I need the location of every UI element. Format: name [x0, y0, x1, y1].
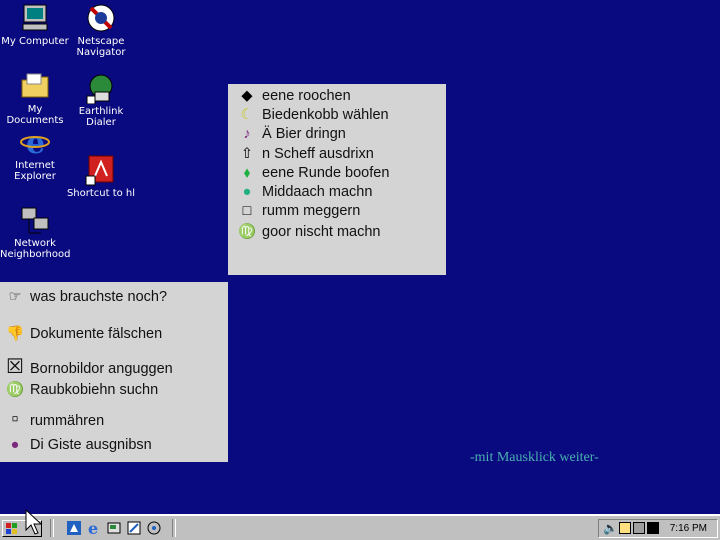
quick-launch-icon-1[interactable] — [66, 520, 82, 537]
quick-launch-icon-5[interactable] — [146, 520, 162, 537]
list-item: ♍ Raubkobiehn suchn — [4, 381, 158, 398]
list-item-text: Raubkobiehn suchn — [30, 382, 159, 398]
list-item: ▫ rummähren — [4, 408, 104, 431]
square-icon: ▫ — [11, 408, 19, 430]
square-icon: □ — [242, 203, 252, 219]
desktop-icon-internet-explorer[interactable]: e Internet Explorer — [0, 126, 70, 182]
desktop-icon-label: My Documents — [6, 104, 64, 126]
desktop-icon-label: Netscape — [77, 36, 125, 47]
list-item: ☞ was brauchste noch? — [4, 289, 168, 305]
clock[interactable]: 7:16 PM — [670, 523, 707, 534]
svg-text:e: e — [26, 126, 45, 158]
desktop-icon-my-computer[interactable]: My Computer — [0, 2, 70, 47]
list-item: ♪ Ä Bier dringn — [236, 126, 346, 142]
music-note-icon: ♪ — [243, 126, 251, 142]
computer-icon — [19, 2, 51, 34]
virgo-icon: ♍ — [5, 382, 25, 398]
acrobat-shortcut-icon — [85, 154, 117, 186]
list-item-text: goor nischt machn — [262, 224, 381, 240]
list-item-text: eene Runde boofen — [262, 165, 390, 181]
list-item-text: rummähren — [30, 413, 105, 429]
moon-icon: ☾ — [240, 107, 254, 123]
taskbar-divider — [172, 519, 176, 537]
list-item: □ rumm meggern — [236, 203, 361, 219]
list-item-text: n Scheff ausdrixn — [262, 146, 374, 162]
desktop-icon-label: Dialer — [86, 117, 116, 128]
desktop-icon-label: My Computer — [1, 36, 69, 47]
network-icon — [19, 204, 51, 236]
desktop-icon-shortcut[interactable]: Shortcut to hl — [66, 154, 136, 199]
list-item-text: rumm meggern — [262, 203, 361, 219]
desktop-icon-label: Internet — [15, 160, 55, 171]
earthlink-icon — [85, 72, 117, 105]
desktop-icon-label: Network — [14, 238, 56, 249]
bullet-icon: ● — [10, 437, 20, 453]
virgo-icon: ♍ — [237, 224, 257, 240]
netscape-icon — [85, 2, 117, 34]
small-diamond-icon: ⬧ — [243, 165, 251, 181]
continue-notice: -mit Mausklick weiter- — [470, 450, 599, 465]
list-item: ☒ Bornobildor anguggen — [4, 354, 173, 379]
list-item-text: Dokumente fälschen — [30, 326, 163, 342]
taskbar: e 🔈 7:16 PM — [0, 508, 720, 540]
list-item-text: Bornobildor anguggen — [30, 361, 173, 377]
list-item-text: Di Giste ausgnibsn — [30, 437, 152, 453]
mouse-cursor-icon — [24, 508, 44, 540]
desktop-icon-label: Explorer — [14, 171, 56, 182]
list-item-text: eene roochen — [262, 88, 351, 104]
volume-icon[interactable]: 🔈 — [603, 521, 618, 535]
thumbs-down-icon: 👎 — [5, 326, 25, 342]
internet-explorer-quick-icon[interactable]: e — [86, 519, 102, 538]
svg-text:e: e — [88, 520, 98, 536]
quick-launch-icon-3[interactable] — [106, 520, 122, 537]
desktop-icon-earthlink-dialer[interactable]: Earthlink Dialer — [66, 72, 136, 128]
desktop-icon-label: Neighborhood — [0, 249, 71, 260]
list-item: ⇧ n Scheff ausdrixn — [236, 146, 374, 162]
diamond-icon: ◆ — [241, 88, 253, 104]
checkbox-x-icon: ☒ — [6, 356, 24, 378]
bullet-icon: ● — [242, 184, 252, 200]
list-item: 👎 Dokumente fälschen — [4, 325, 162, 342]
list-item-text: Middaach machn — [262, 184, 373, 200]
list-item-text: Biedenkobb wählen — [262, 107, 389, 123]
right-list-panel: ◆ eene roochen ☾ Biedenkobb wählen ♪ Ä Bier… — [228, 84, 446, 275]
tray-icon-4[interactable] — [647, 522, 659, 534]
desktop-icon-netscape-navigator[interactable]: Netscape Navigator — [66, 2, 136, 58]
desktop-icon-network-neighborhood[interactable]: Network Neighborhood — [0, 204, 70, 260]
desktop-icon-my-documents[interactable]: My Documents — [0, 70, 70, 126]
tray-icon-3[interactable] — [633, 522, 645, 534]
list-item: ☾ Biedenkobb wählen — [236, 107, 389, 123]
desktop-icon-label: Shortcut to hl — [66, 188, 136, 199]
list-item: ● Middaach machn — [236, 184, 373, 200]
up-arrow-icon: ⇧ — [240, 146, 254, 162]
system-tray: 🔈 7:16 PM — [598, 519, 718, 538]
desktop-icon-label: Earthlink — [78, 106, 124, 117]
quick-launch-icon-4[interactable] — [126, 520, 142, 537]
list-item-text: was brauchste noch? — [30, 289, 168, 305]
folder-icon — [19, 70, 51, 102]
internet-explorer-icon: e — [19, 126, 51, 161]
left-list-panel: ☞ was brauchste noch? 👎 Dokumente fälschen… — [0, 282, 228, 462]
list-item: ◆ eene roochen — [236, 88, 351, 104]
desktop-icon-label: Navigator — [76, 47, 126, 58]
list-item: ♍ goor nischt machn — [236, 223, 381, 240]
quick-launch — [50, 519, 54, 537]
list-item-text: Ä Bier dringn — [262, 126, 346, 142]
tray-icon-2[interactable] — [619, 522, 631, 534]
list-item: ● Di Giste ausgnibsn — [4, 437, 152, 453]
pointing-hand-icon: ☞ — [8, 289, 22, 305]
list-item: ⬧ eene Runde boofen — [236, 165, 390, 181]
